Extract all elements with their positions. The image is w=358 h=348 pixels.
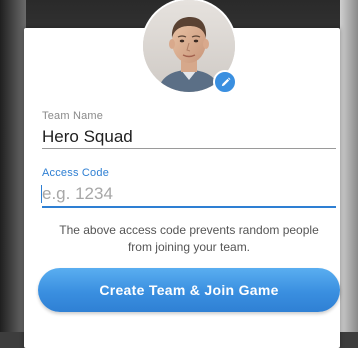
pencil-icon (221, 77, 230, 86)
team-avatar-area[interactable] (143, 0, 237, 94)
text-cursor (41, 185, 42, 203)
access-code-underline (42, 206, 336, 208)
team-name-input[interactable] (42, 126, 336, 148)
helper-line-1: The above access code prevents random pe… (59, 223, 319, 237)
helper-line-2: from joining your team. (127, 240, 251, 254)
backdrop-left-edge (0, 0, 26, 332)
access-code-input[interactable] (42, 183, 336, 205)
create-team-join-game-button[interactable]: Create Team & Join Game (38, 268, 340, 312)
access-code-helper-text: The above access code prevents random pe… (40, 222, 338, 256)
edit-avatar-button[interactable] (213, 70, 237, 94)
access-code-label: Access Code (42, 167, 110, 179)
team-name-label: Team Name (42, 110, 104, 122)
team-name-underline (42, 148, 336, 149)
backdrop-right-edge (340, 0, 358, 332)
